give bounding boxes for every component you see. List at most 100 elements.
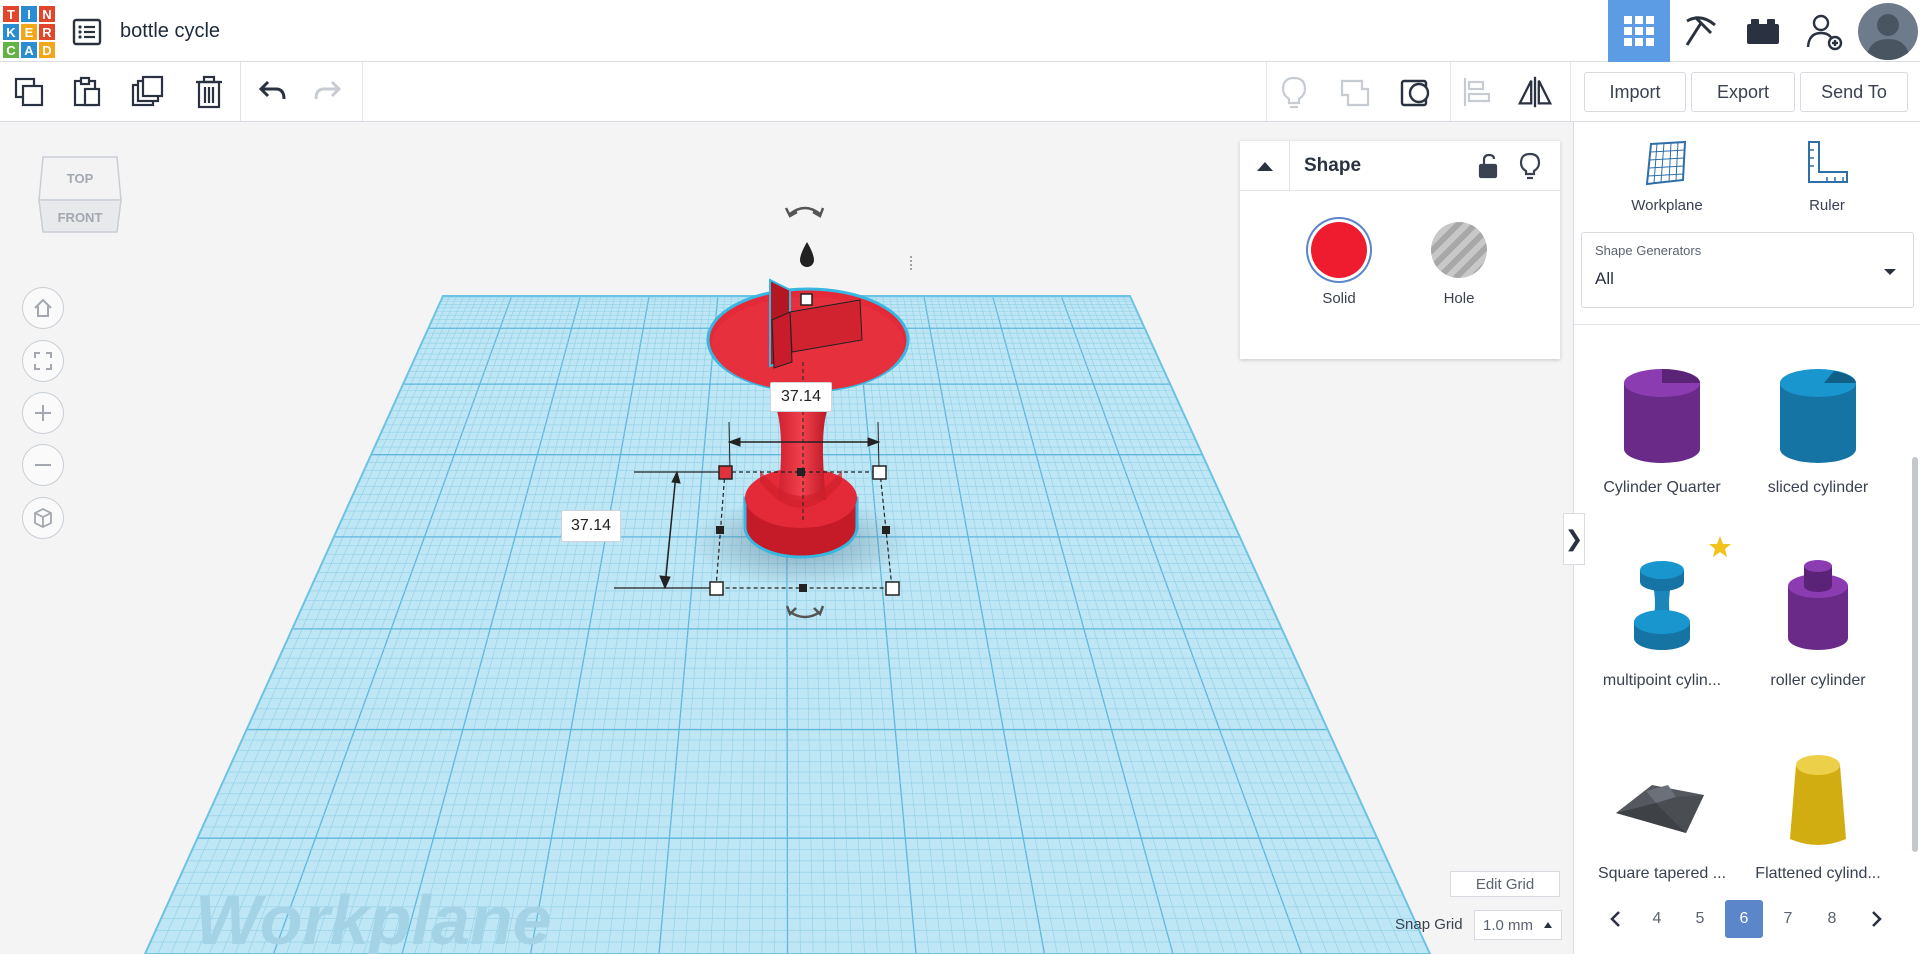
shape-generators-dropdown[interactable]: Shape Generators All (1581, 232, 1914, 308)
hole-option[interactable]: Hole (1414, 222, 1504, 307)
import-button[interactable]: Import (1584, 72, 1686, 112)
duplicate-icon[interactable] (128, 73, 166, 111)
view-cube-front[interactable]: FRONT (58, 210, 103, 225)
pickaxe-icon[interactable] (1670, 0, 1732, 62)
shape-generators-value: All (1595, 269, 1614, 288)
hole-label: Hole (1443, 290, 1475, 307)
undo-icon[interactable] (252, 73, 290, 111)
ruler-icon (1808, 141, 1848, 183)
pagination: 4 5 6 7 8 (1574, 900, 1920, 946)
collapse-panel-icon[interactable]: ❯ (1563, 513, 1585, 565)
page-8[interactable]: 8 (1813, 900, 1851, 938)
workplane-tool[interactable]: Workplane (1607, 140, 1727, 214)
rotate-handle-top[interactable] (784, 206, 825, 218)
home-view-icon[interactable] (22, 287, 64, 329)
logo-letter: R (38, 23, 56, 41)
logo-letter: E (20, 23, 38, 41)
page-6[interactable]: 6 (1725, 900, 1763, 938)
invite-user-icon[interactable] (1794, 0, 1856, 62)
redo-icon[interactable] (310, 73, 348, 111)
align-icon[interactable] (1458, 73, 1496, 111)
shape-name: Square tapered ... (1597, 865, 1727, 882)
ruler-tool[interactable]: Ruler (1767, 140, 1887, 214)
handle-edge[interactable] (799, 584, 807, 592)
design-list-icon[interactable] (72, 17, 102, 47)
workplane-watermark: Workplane (195, 881, 552, 954)
ungroup-icon[interactable] (1397, 73, 1435, 111)
grid-view-icon[interactable] (1608, 0, 1670, 62)
avatar[interactable] (1858, 3, 1918, 60)
snap-grid-select[interactable]: 1.0 mm (1474, 910, 1562, 940)
handle-edge[interactable] (716, 526, 724, 534)
trash-icon[interactable] (190, 73, 228, 111)
shape-card-flattened-cylinder[interactable]: Flattened cylind... (1738, 743, 1898, 893)
flattened-cylinder-thumb (1790, 755, 1846, 845)
group-icon[interactable] (1336, 73, 1374, 111)
chevron-left-icon[interactable] (1596, 900, 1634, 938)
top-bar: T I N K E R C A D bottle cycle (0, 0, 1920, 62)
collapse-inspector-icon[interactable] (1240, 141, 1290, 191)
shape-inspector: Shape (1240, 141, 1560, 359)
view-cube[interactable]: TOP FRONT (35, 152, 125, 257)
dimension-width-label[interactable]: 37.14 (770, 382, 832, 412)
page-4[interactable]: 4 (1638, 900, 1676, 938)
tinkercad-logo[interactable]: T I N K E R C A D (2, 5, 56, 59)
shape-name: Flattened cylind... (1755, 865, 1881, 882)
hole-swatch[interactable] (1431, 222, 1487, 278)
shape-card-sliced-cylinder[interactable]: sliced cylinder (1738, 357, 1898, 507)
shapes-scrollbar[interactable] (1912, 457, 1918, 852)
solid-label: Solid (1322, 290, 1356, 307)
snap-grid-value: 1.0 mm (1483, 916, 1534, 934)
handle-corner[interactable] (709, 581, 724, 596)
dimension-length-label[interactable]: 37.14 (561, 510, 621, 542)
mirror-icon[interactable] (1516, 73, 1554, 111)
workplane-label: Workplane (1631, 197, 1703, 214)
sliced-cylinder-thumb (1780, 369, 1856, 463)
logo-letter: A (20, 41, 38, 59)
perspective-icon[interactable] (22, 497, 64, 539)
page-7[interactable]: 7 (1769, 900, 1807, 938)
page-5[interactable]: 5 (1681, 900, 1719, 938)
unlock-icon[interactable] (1470, 148, 1506, 184)
shape-name: roller cylinder (1770, 672, 1866, 689)
send-to-button[interactable]: Send To (1800, 72, 1908, 112)
shape-card-square-tapered[interactable]: Square tapered ... (1582, 743, 1742, 893)
design-title[interactable]: bottle cycle (120, 20, 220, 43)
shape-name: sliced cylinder (1767, 479, 1869, 496)
solid-swatch[interactable] (1311, 222, 1367, 278)
right-panel: Workplane Ruler Shape Generators All Cyl… (1573, 122, 1920, 954)
shape-name: Cylinder Quarter (1603, 479, 1721, 496)
handle-edge[interactable] (797, 468, 805, 476)
cylinder-quarter-thumb (1624, 369, 1700, 463)
view-cube-top[interactable]: TOP (67, 171, 94, 186)
handle-corner[interactable] (718, 465, 733, 480)
solid-option[interactable]: Solid (1294, 222, 1384, 307)
shape-card-cylinder-quarter[interactable]: Cylinder Quarter (1582, 357, 1742, 507)
shape-card-roller-cylinder[interactable]: roller cylinder (1738, 550, 1898, 700)
paste-icon[interactable] (68, 73, 106, 111)
workplane-icon (1645, 140, 1687, 186)
handle-edge[interactable] (882, 526, 890, 534)
inspector-title: Shape (1304, 155, 1362, 176)
logo-letter: I (20, 5, 38, 23)
toolbar: Import Export Send To (0, 62, 1920, 122)
handle-corner[interactable] (885, 581, 900, 596)
export-button[interactable]: Export (1691, 72, 1795, 112)
shape-generators-label: Shape Generators (1595, 243, 1702, 258)
handle-corner[interactable] (872, 465, 887, 480)
copy-icon[interactable] (10, 73, 48, 111)
lightbulb-icon[interactable] (1275, 73, 1313, 111)
logo-letter: D (38, 41, 56, 59)
favorite-star-icon[interactable] (1707, 534, 1733, 565)
zoom-in-icon[interactable] (22, 392, 64, 434)
edit-grid-button[interactable]: Edit Grid (1450, 871, 1560, 897)
lift-handle[interactable] (800, 242, 814, 267)
lightbulb-icon[interactable] (1512, 148, 1548, 184)
zoom-out-icon[interactable] (22, 444, 64, 486)
shape-card-multipoint-cylinder[interactable]: multipoint cylin... (1582, 550, 1742, 700)
bricks-icon[interactable] (1732, 0, 1794, 62)
chevron-right-icon[interactable] (1858, 900, 1896, 938)
chevron-down-icon (1884, 269, 1896, 275)
fit-view-icon[interactable] (22, 340, 64, 382)
snap-grid-label: Snap Grid (1395, 916, 1463, 933)
